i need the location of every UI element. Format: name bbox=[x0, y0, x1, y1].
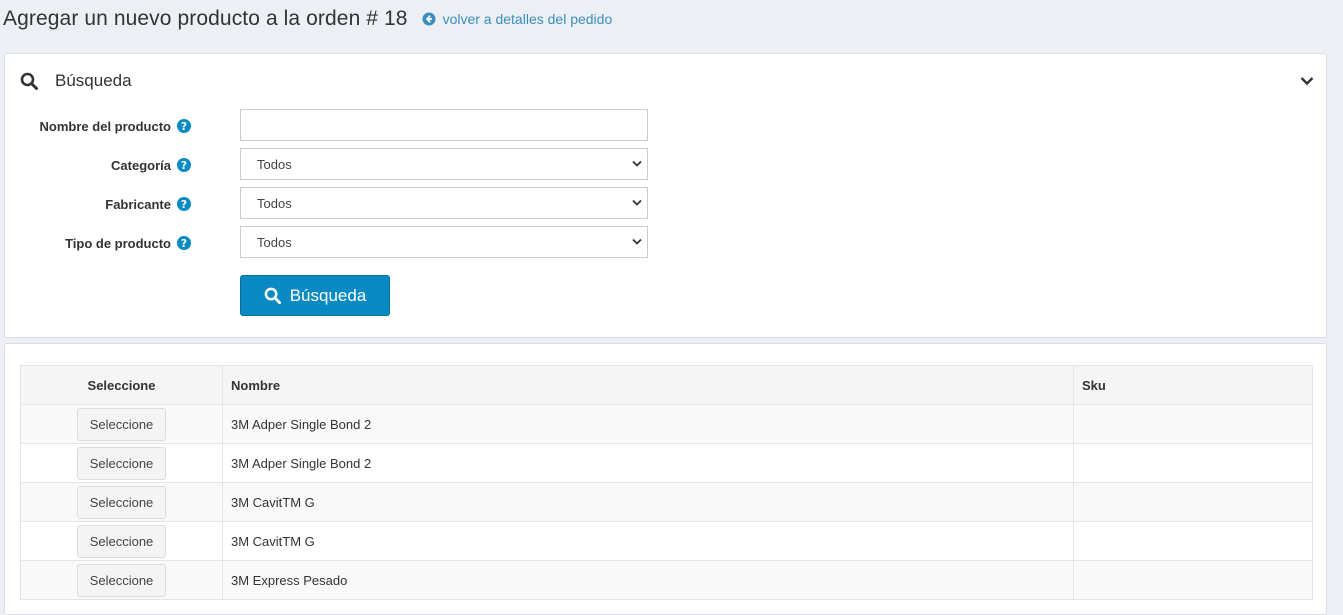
column-header-name: Nombre bbox=[222, 365, 1074, 405]
product-type-label: Tipo de producto ? bbox=[65, 226, 191, 260]
product-sku-cell bbox=[1073, 482, 1313, 522]
back-to-order-link[interactable]: volver a detalles del pedido bbox=[422, 11, 613, 27]
question-circle-icon[interactable]: ? bbox=[177, 119, 191, 133]
product-name-cell: 3M Adper Single Bond 2 bbox=[222, 404, 1074, 444]
select-product-button[interactable]: Seleccione bbox=[76, 524, 167, 558]
search-panel-title: Búsqueda bbox=[55, 71, 132, 90]
product-sku-cell bbox=[1073, 443, 1313, 483]
search-button[interactable]: Búsqueda bbox=[240, 275, 390, 316]
product-name-row: Nombre del producto ? bbox=[5, 109, 655, 143]
select-product-button[interactable]: Seleccione bbox=[76, 485, 167, 519]
product-name-input[interactable] bbox=[240, 109, 648, 141]
arrow-circle-left-icon bbox=[422, 12, 436, 26]
page-title: Agregar un nuevo producto a la orden # 1… bbox=[3, 7, 408, 30]
product-name-label: Nombre del producto ? bbox=[40, 109, 191, 143]
table-row: Seleccione 3M Adper Single Bond 2 bbox=[20, 404, 1313, 444]
product-sku-cell bbox=[1073, 560, 1313, 600]
product-sku-cell bbox=[1073, 521, 1313, 561]
search-panel-header[interactable]: Búsqueda bbox=[20, 71, 132, 91]
page-header: Agregar un nuevo producto a la orden # 1… bbox=[3, 4, 612, 34]
svg-text:?: ? bbox=[181, 198, 187, 211]
select-product-button[interactable]: Seleccione bbox=[76, 407, 167, 441]
chevron-down-icon bbox=[632, 238, 642, 245]
svg-text:?: ? bbox=[181, 237, 187, 250]
question-circle-icon[interactable]: ? bbox=[177, 158, 191, 172]
products-table: Seleccione Nombre Sku Seleccione 3M Adpe… bbox=[20, 365, 1313, 600]
product-name-cell: 3M CavitTM G bbox=[222, 521, 1074, 561]
svg-text:?: ? bbox=[181, 159, 187, 172]
column-header-select: Seleccione bbox=[20, 365, 223, 405]
category-row: Categoría ? Todos bbox=[5, 148, 655, 182]
product-name-cell: 3M Express Pesado bbox=[222, 560, 1074, 600]
chevron-down-icon[interactable] bbox=[1300, 76, 1314, 86]
product-type-row: Tipo de producto ? Todos bbox=[5, 226, 655, 260]
product-sku-cell bbox=[1073, 404, 1313, 444]
product-name-cell: 3M Adper Single Bond 2 bbox=[222, 443, 1074, 483]
chevron-down-icon bbox=[632, 160, 642, 167]
table-row: Seleccione 3M Adper Single Bond 2 bbox=[20, 443, 1313, 483]
table-header-row: Seleccione Nombre Sku bbox=[20, 365, 1313, 405]
question-circle-icon[interactable]: ? bbox=[177, 197, 191, 211]
table-row: Seleccione 3M Express Pesado bbox=[20, 560, 1313, 600]
manufacturer-select[interactable]: Todos bbox=[240, 187, 648, 219]
search-icon bbox=[20, 72, 38, 90]
back-link-label: volver a detalles del pedido bbox=[442, 11, 613, 27]
search-icon bbox=[264, 287, 281, 304]
category-label: Categoría ? bbox=[111, 148, 191, 182]
chevron-down-icon bbox=[632, 199, 642, 206]
table-row: Seleccione 3M CavitTM G bbox=[20, 521, 1313, 561]
product-name-cell: 3M CavitTM G bbox=[222, 482, 1074, 522]
category-value: Todos bbox=[257, 156, 292, 172]
product-type-select[interactable]: Todos bbox=[240, 226, 648, 258]
question-circle-icon[interactable]: ? bbox=[177, 236, 191, 250]
manufacturer-row: Fabricante ? Todos bbox=[5, 187, 655, 221]
select-product-button[interactable]: Seleccione bbox=[76, 446, 167, 480]
select-product-button[interactable]: Seleccione bbox=[76, 563, 167, 597]
search-button-label: Búsqueda bbox=[289, 285, 367, 305]
search-panel: Búsqueda Nombre del producto ? Categoría… bbox=[4, 53, 1327, 338]
category-select[interactable]: Todos bbox=[240, 148, 648, 180]
manufacturer-label: Fabricante ? bbox=[105, 187, 191, 221]
column-header-sku: Sku bbox=[1073, 365, 1313, 405]
results-panel: Seleccione Nombre Sku Seleccione 3M Adpe… bbox=[4, 343, 1327, 615]
manufacturer-value: Todos bbox=[257, 195, 292, 211]
table-row: Seleccione 3M CavitTM G bbox=[20, 482, 1313, 522]
svg-text:?: ? bbox=[181, 120, 187, 133]
product-type-value: Todos bbox=[257, 234, 292, 250]
